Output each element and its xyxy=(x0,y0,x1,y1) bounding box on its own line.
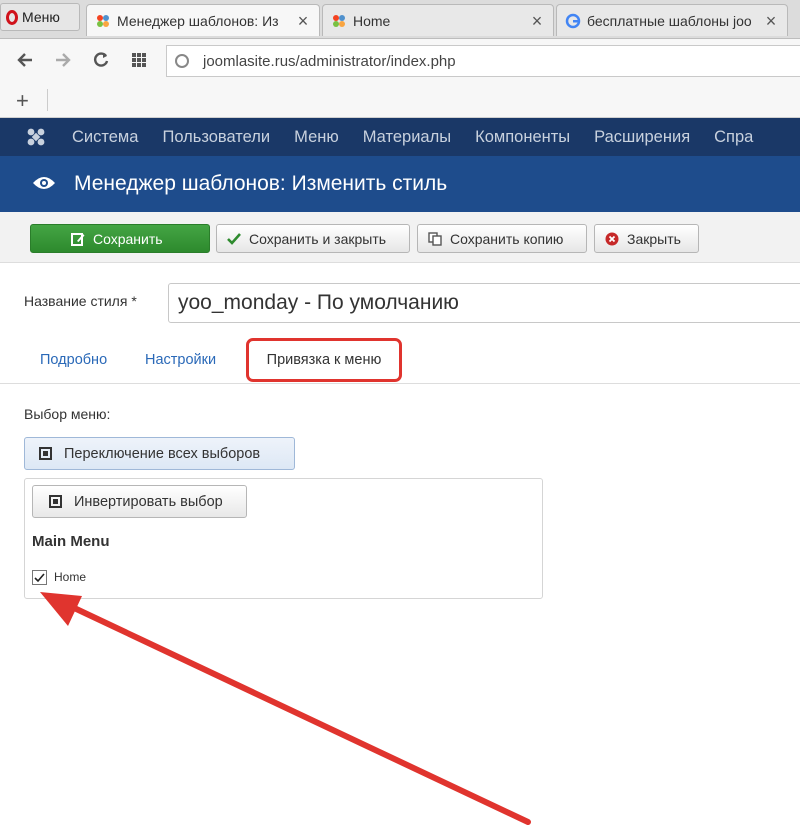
close-tab-icon[interactable]: × xyxy=(529,12,545,30)
tab-menu-assignment[interactable]: Привязка к меню xyxy=(246,338,402,382)
style-name-label: Название стиля * xyxy=(24,293,137,309)
toggle-all-label: Переключение всех выборов xyxy=(64,445,261,462)
save-copy-button[interactable]: Сохранить копию xyxy=(417,224,587,253)
bookmarks-bar: + xyxy=(0,83,800,118)
menu-item-menus[interactable]: Меню xyxy=(294,128,339,147)
close-button[interactable]: Закрыть xyxy=(594,224,699,253)
joomla-main-menu: Система Пользователи Меню Материалы Комп… xyxy=(0,118,800,156)
menu-item-checkbox[interactable] xyxy=(32,570,47,585)
toolbar: Сохранить Сохранить и закрыть Сохранить … xyxy=(0,212,800,263)
tab-settings[interactable]: Настройки xyxy=(145,352,216,368)
speed-dial-grid-icon[interactable] xyxy=(128,49,150,71)
save-label: Сохранить xyxy=(93,230,163,247)
edit-icon xyxy=(71,232,85,246)
save-button[interactable]: Сохранить xyxy=(30,224,210,253)
forward-arrow-icon[interactable] xyxy=(52,49,74,71)
add-bookmark-icon[interactable]: + xyxy=(16,88,29,114)
close-circle-icon xyxy=(605,232,619,246)
browser-tab-strip: Меню Менеджер шаблонов: Из × Home × бесп… xyxy=(0,0,800,39)
invert-selection-button[interactable]: Инвертировать выбор xyxy=(32,485,247,518)
back-arrow-icon[interactable] xyxy=(14,49,36,71)
browser-tab-title: Home xyxy=(353,12,391,29)
checkbox-square-icon xyxy=(49,495,62,508)
toggle-all-button[interactable]: Переключение всех выборов xyxy=(24,437,295,470)
menu-item-extensions[interactable]: Расширения xyxy=(594,128,690,147)
tab-details[interactable]: Подробно xyxy=(40,352,107,368)
globe-icon xyxy=(175,54,189,68)
checkbox-square-icon xyxy=(39,447,52,460)
invert-label: Инвертировать выбор xyxy=(74,493,223,510)
reload-icon[interactable] xyxy=(90,49,112,71)
eye-icon xyxy=(32,175,56,194)
joomla-icon xyxy=(331,13,347,29)
browser-tab-home[interactable]: Home × xyxy=(322,4,554,36)
checkmark-icon xyxy=(227,232,241,245)
save-copy-label: Сохранить копию xyxy=(450,230,564,247)
save-and-close-button[interactable]: Сохранить и закрыть xyxy=(216,224,410,253)
joomla-icon xyxy=(95,13,111,29)
style-name-input[interactable]: yoo_monday - По умолчанию xyxy=(168,283,800,323)
menu-item-label: Home xyxy=(54,570,87,584)
copy-icon xyxy=(428,231,442,246)
opera-logo-icon xyxy=(6,9,18,25)
google-icon xyxy=(565,13,581,29)
menu-group-title: Main Menu xyxy=(32,533,110,550)
menu-item-help[interactable]: Спра xyxy=(714,128,753,147)
save-close-label: Сохранить и закрыть xyxy=(249,230,387,247)
menu-item-system[interactable]: Система xyxy=(72,128,138,147)
browser-tab-template-manager[interactable]: Менеджер шаблонов: Из × xyxy=(86,4,320,36)
browser-tab-title: бесплатные шаблоны joo xyxy=(587,12,752,29)
menu-select-label: Выбор меню: xyxy=(24,406,111,422)
address-bar-row: joomlasite.rus/administrator/index.php xyxy=(0,39,800,83)
menu-item-content[interactable]: Материалы xyxy=(363,128,451,147)
menu-item-components[interactable]: Компоненты xyxy=(475,128,570,147)
url-text: joomlasite.rus/administrator/index.php xyxy=(203,52,456,70)
close-tab-icon[interactable]: × xyxy=(763,12,779,30)
close-tab-icon[interactable]: × xyxy=(295,12,311,30)
opera-menu-button[interactable]: Меню xyxy=(0,3,80,31)
page-header: Менеджер шаблонов: Изменить стиль xyxy=(0,156,800,212)
menu-item-users[interactable]: Пользователи xyxy=(162,128,270,147)
bookmarks-divider xyxy=(47,89,48,111)
close-label: Закрыть xyxy=(627,230,681,247)
page-title: Менеджер шаблонов: Изменить стиль xyxy=(74,172,448,195)
opera-menu-label: Меню xyxy=(22,9,60,25)
browser-tab-google[interactable]: бесплатные шаблоны joo × xyxy=(556,4,788,36)
browser-tab-title: Менеджер шаблонов: Из xyxy=(117,12,279,29)
url-field[interactable]: joomlasite.rus/administrator/index.php xyxy=(166,45,800,77)
joomla-logo-icon[interactable] xyxy=(0,125,72,149)
menu-panel: Инвертировать выбор Main Menu Home xyxy=(24,478,543,599)
